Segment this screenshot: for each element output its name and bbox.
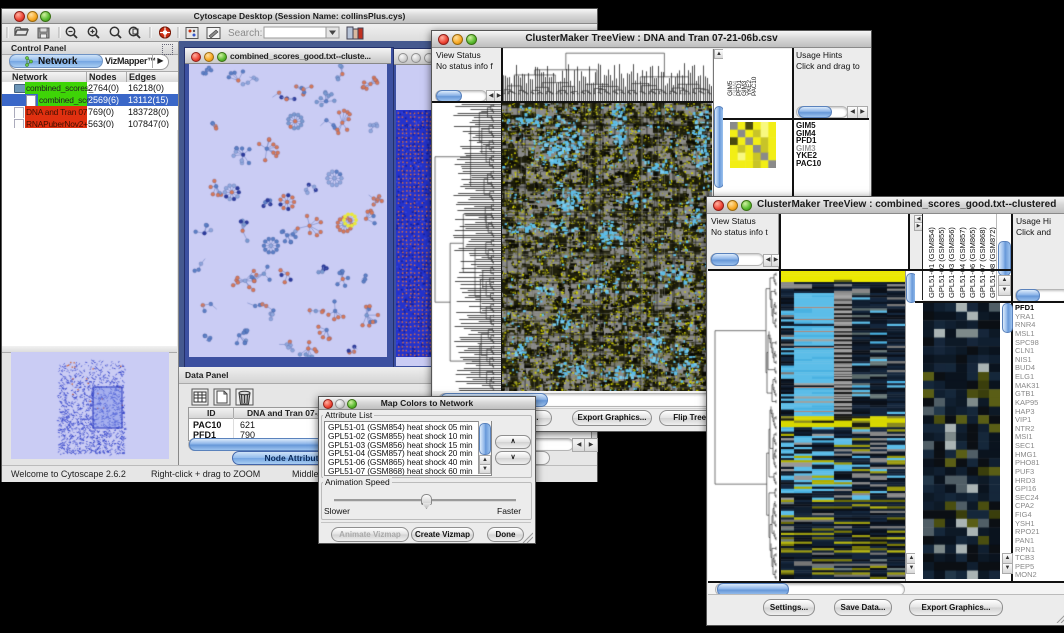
svg-text:Search:: Search: <box>228 28 262 39</box>
